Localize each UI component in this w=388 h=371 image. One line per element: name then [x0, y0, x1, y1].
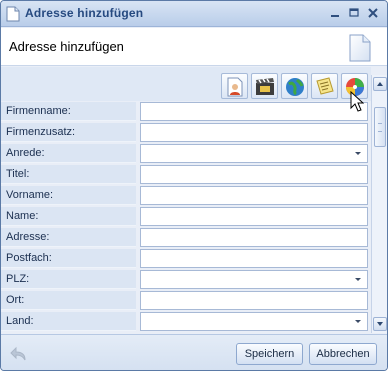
cancel-button[interactable]: Abbrechen — [309, 343, 377, 365]
scroll-thumb[interactable] — [374, 107, 386, 147]
toolbar — [1, 67, 371, 101]
land-dropdown[interactable] — [140, 312, 368, 331]
close-button[interactable] — [365, 5, 381, 21]
field-row-adresse: Adresse: — [1, 227, 371, 248]
document-icon — [349, 34, 371, 62]
name-input[interactable] — [140, 207, 368, 226]
field-row-anrede: Anrede: — [1, 143, 371, 164]
dialog-header: Adresse hinzufügen — [1, 28, 387, 66]
field-row-postfach: Postfach: — [1, 248, 371, 269]
field-row-titel: Titel: — [1, 164, 371, 185]
field-label: Name: — [1, 207, 136, 226]
field-label: Firmenname: — [1, 102, 136, 121]
ort-input[interactable] — [140, 291, 368, 310]
postfach-input[interactable] — [140, 249, 368, 268]
field-row-firmenzusatz: Firmenzusatz: — [1, 122, 371, 143]
field-label: Anrede: — [1, 144, 136, 163]
field-label: PLZ: — [1, 270, 136, 289]
field-row-name: Name: — [1, 206, 371, 227]
add-address-dialog: Adresse hinzufügen Adresse hinzufügen Fi… — [0, 0, 388, 371]
mouse-cursor-icon — [350, 90, 365, 113]
plz-dropdown[interactable] — [140, 270, 368, 289]
titel-input[interactable] — [140, 165, 368, 184]
person-document-icon — [227, 77, 243, 97]
save-button[interactable]: Speichern — [236, 343, 303, 365]
field-label: Ort: — [1, 291, 136, 310]
header-title: Adresse hinzufügen — [9, 39, 124, 54]
field-row-land: Land: — [1, 311, 371, 332]
notes-button[interactable] — [311, 73, 338, 99]
firmenzusatz-input[interactable] — [140, 123, 368, 142]
document-icon — [6, 6, 20, 22]
scroll-down-button[interactable] — [373, 317, 387, 331]
vertical-scrollbar[interactable] — [371, 75, 387, 333]
field-label: Land: — [1, 312, 136, 331]
firmenname-input[interactable] — [140, 102, 368, 121]
scroll-up-button[interactable] — [373, 77, 387, 91]
field-label: Firmenzusatz: — [1, 123, 136, 142]
field-label: Titel: — [1, 165, 136, 184]
contact-card-button[interactable] — [221, 73, 248, 99]
notes-icon — [316, 77, 334, 95]
field-label: Adresse: — [1, 228, 136, 247]
media-button[interactable] — [251, 73, 278, 99]
maximize-button[interactable] — [346, 5, 362, 21]
field-row-firmenname: Firmenname: — [1, 101, 371, 122]
anrede-dropdown[interactable] — [140, 144, 368, 163]
adresse-input[interactable] — [140, 228, 368, 247]
vorname-input[interactable] — [140, 186, 368, 205]
undo-icon[interactable] — [9, 344, 29, 364]
window-title: Adresse hinzufügen — [25, 6, 144, 20]
title-bar[interactable]: Adresse hinzufügen — [1, 1, 387, 27]
web-button[interactable] — [281, 73, 308, 99]
minimize-button[interactable] — [327, 5, 343, 21]
field-row-plz: PLZ: — [1, 269, 371, 290]
field-label: Vorname: — [1, 186, 136, 205]
field-row-ort: Ort: — [1, 290, 371, 311]
dialog-footer: Speichern Abbrechen — [1, 334, 387, 370]
globe-icon — [286, 78, 304, 96]
film-clapper-icon — [256, 78, 274, 95]
field-row-vorname: Vorname: — [1, 185, 371, 206]
field-label: Postfach: — [1, 249, 136, 268]
address-form: Firmenname: Firmenzusatz: Anrede: Titel:… — [1, 101, 371, 333]
